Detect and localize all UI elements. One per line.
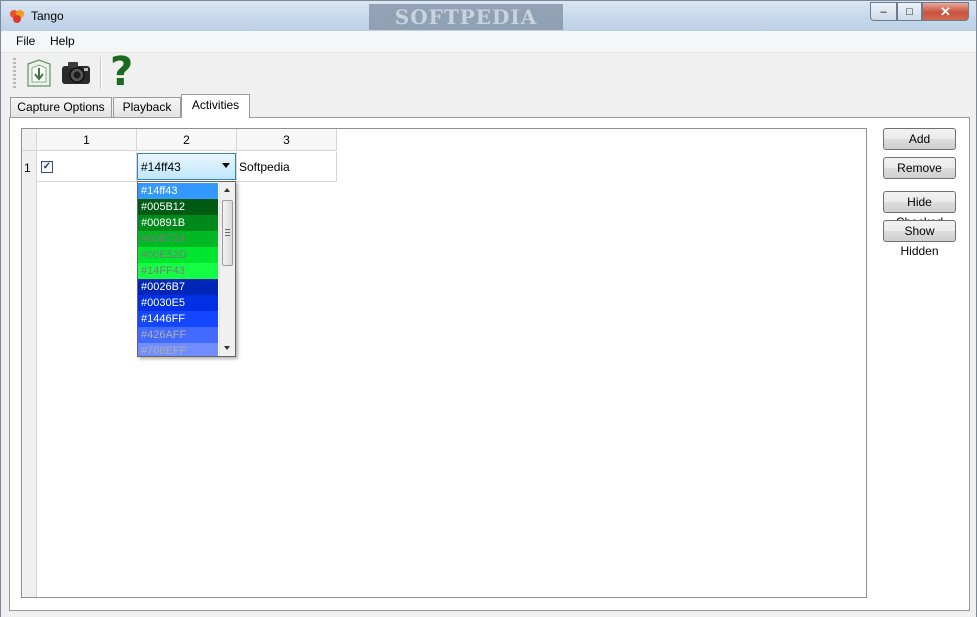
- help-icon[interactable]: ?: [110, 51, 133, 93]
- dropdown-option[interactable]: #708EFF: [138, 343, 218, 356]
- show-hidden-button[interactable]: Show Hidden: [883, 220, 956, 258]
- scroll-down-icon[interactable]: [224, 346, 230, 350]
- tab-capture-options[interactable]: Capture Options: [10, 97, 112, 117]
- color-combobox[interactable]: #14ff43: [137, 153, 236, 180]
- tab-strip: Capture Options Playback Activities: [1, 94, 976, 118]
- column-header-2[interactable]: 2: [137, 129, 237, 151]
- minimize-button[interactable]: –: [870, 2, 897, 21]
- menu-help[interactable]: Help: [50, 34, 75, 48]
- color-dropdown-list[interactable]: #14ff43 #005B12 #00891B #00B724 #00E52D #14FF…: [137, 181, 236, 357]
- color-combobox-value: #14ff43: [141, 160, 181, 174]
- activities-grid[interactable]: 1 2 3 1 ✓ #14ff43 Softpedia #14ff43 #005B…: [21, 128, 867, 598]
- tab-playback[interactable]: Playback: [113, 97, 181, 117]
- column-header-3[interactable]: 3: [237, 129, 337, 151]
- activities-panel: 1 2 3 1 ✓ #14ff43 Softpedia #14ff43 #005B…: [9, 117, 970, 611]
- menu-file[interactable]: File: [16, 34, 35, 48]
- dropdown-option[interactable]: #00B724: [138, 231, 218, 247]
- row-text-value: Softpedia: [239, 160, 290, 174]
- hide-checked-button[interactable]: Hide Checked: [883, 191, 956, 229]
- dropdown-option[interactable]: #00E52D: [138, 247, 218, 263]
- tab-activities[interactable]: Activities: [181, 94, 250, 118]
- dropdown-option[interactable]: #14ff43: [138, 183, 218, 199]
- status-strip: [1, 611, 976, 617]
- maximize-icon: □: [906, 5, 913, 18]
- chevron-down-icon[interactable]: [222, 163, 230, 168]
- close-icon: ✕: [940, 3, 951, 19]
- dropdown-option[interactable]: #1446FF: [138, 311, 218, 327]
- corner-header: [22, 129, 37, 151]
- dropdown-option[interactable]: #0026B7: [138, 279, 218, 295]
- minimize-icon: –: [880, 5, 887, 18]
- close-button[interactable]: ✕: [922, 2, 969, 21]
- softpedia-watermark: SOFTPEDIA: [369, 4, 563, 30]
- window-title: Tango: [31, 9, 64, 23]
- row-number: 1: [24, 161, 31, 175]
- toolbar: ?: [1, 51, 976, 95]
- import-icon[interactable]: [22, 56, 56, 90]
- app-window: Tango SOFTPEDIA – □ ✕ File Help ? Captur…: [0, 0, 977, 617]
- add-button[interactable]: Add: [883, 128, 956, 150]
- dropdown-option[interactable]: #426AFF: [138, 327, 218, 343]
- row-header-strip: [22, 129, 37, 597]
- scroll-up-icon[interactable]: [224, 188, 230, 192]
- scroll-thumb[interactable]: [222, 200, 233, 266]
- maximize-button[interactable]: □: [897, 2, 922, 21]
- toolbar-grip[interactable]: [13, 58, 16, 90]
- toolbar-separator: [100, 57, 102, 89]
- grip-icon: [225, 229, 230, 236]
- menu-bar: File Help: [1, 31, 976, 52]
- title-bar[interactable]: Tango SOFTPEDIA – □ ✕: [1, 1, 976, 31]
- remove-button[interactable]: Remove: [883, 157, 956, 179]
- dropdown-option[interactable]: #005B12: [138, 199, 218, 215]
- dropdown-option[interactable]: #00891B: [138, 215, 218, 231]
- dropdown-option[interactable]: #14FF43: [138, 263, 218, 279]
- camera-icon[interactable]: [59, 56, 93, 90]
- row-checkbox[interactable]: ✓: [41, 161, 53, 173]
- column-header-1[interactable]: 1: [37, 129, 137, 151]
- dropdown-option[interactable]: #0030E5: [138, 295, 218, 311]
- app-icon: [10, 10, 24, 23]
- dropdown-scrollbar[interactable]: [219, 182, 235, 356]
